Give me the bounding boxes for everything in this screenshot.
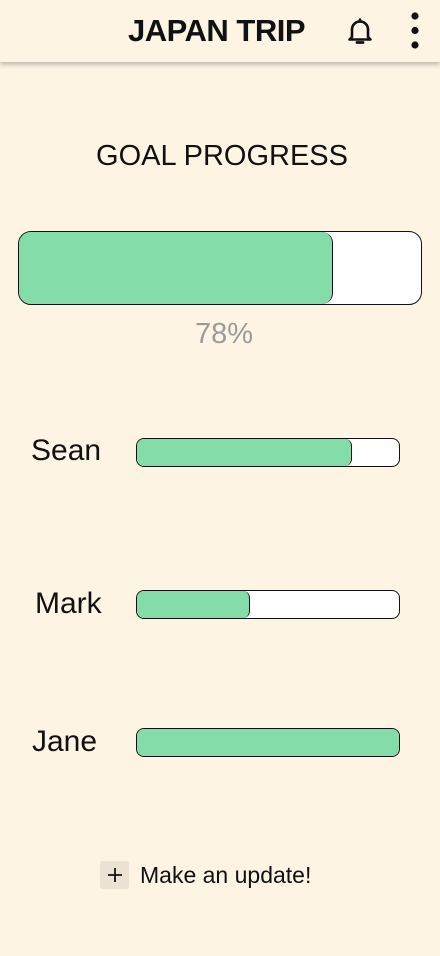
goal-progress-heading: GOAL PROGRESS [96,140,348,172]
member-progress-bar-mark [136,590,400,619]
member-progress-fill-jane [137,729,399,756]
notifications-button[interactable] [342,14,378,50]
plus-icon [100,861,129,889]
member-progress-fill-sean [137,439,352,466]
page-title: JAPAN TRIP [128,13,306,48]
more-options-button[interactable] [400,10,430,52]
app-header: JAPAN TRIP [0,0,440,62]
member-name-mark: Mark [35,587,102,620]
member-name-jane: Jane [32,725,98,758]
goal-percent-label: 78% [194,318,254,350]
bell-icon [348,18,372,44]
make-update-button[interactable]: Make an update! [100,860,311,890]
goal-progress-bar [18,231,422,305]
goal-progress-fill [19,232,333,304]
more-vertical-icon [411,12,419,49]
member-progress-bar-jane [136,728,400,757]
member-progress-fill-mark [137,591,250,618]
member-name-sean: Sean [31,434,102,467]
make-update-label: Make an update! [140,862,312,888]
member-progress-bar-sean [136,438,400,467]
